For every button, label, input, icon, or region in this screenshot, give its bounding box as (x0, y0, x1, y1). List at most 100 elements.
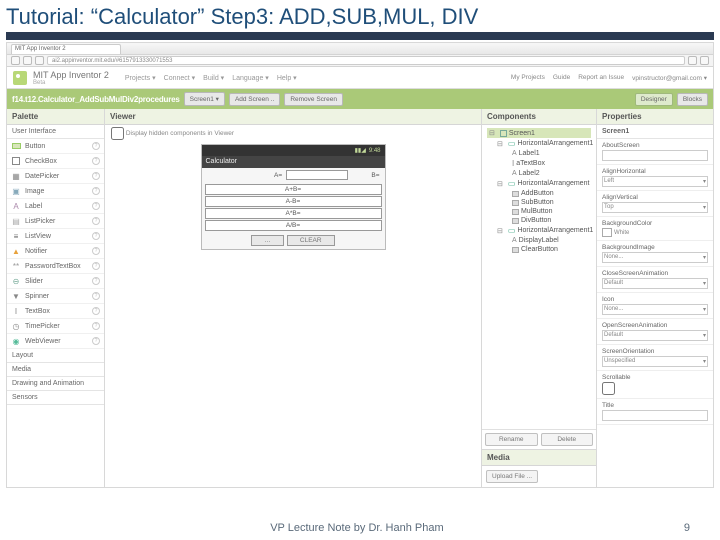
tree-node[interactable]: SubButton (487, 198, 591, 207)
palette-header: Palette (7, 109, 104, 125)
properties-target: Screen1 (597, 125, 713, 139)
calc-button[interactable]: … (251, 235, 284, 246)
tree-node[interactable]: ALabel1 (487, 149, 591, 158)
tree-node[interactable]: ⊟▭HorizontalArrangement (487, 178, 591, 189)
tree-node[interactable]: ⊟▭HorizontalArrangement1 (487, 138, 591, 149)
palette-item[interactable]: ≡ListView? (7, 229, 104, 244)
info-icon[interactable]: ? (92, 217, 100, 225)
account-email[interactable]: vpinstructor@gmail.com ▾ (632, 74, 707, 82)
upload-file-button[interactable]: Upload File ... (486, 470, 538, 483)
prop-text[interactable] (602, 150, 708, 161)
palette-item[interactable]: **PasswordTextBox? (7, 259, 104, 274)
link-guide[interactable]: Guide (553, 74, 570, 82)
tree-node[interactable]: ⊟▭HorizontalArrangement1 (487, 225, 591, 236)
info-icon[interactable]: ? (92, 262, 100, 270)
remove-screen-button[interactable]: Remove Screen (284, 93, 343, 106)
info-icon[interactable]: ? (92, 142, 100, 150)
palette-section-drawing[interactable]: Drawing and Animation (7, 377, 104, 391)
menu-projects[interactable]: Projects ▾ (125, 74, 156, 82)
rename-button[interactable]: Rename (485, 433, 538, 446)
palette-item-label: Notifier (25, 248, 47, 255)
menu-help[interactable]: Help ▾ (277, 74, 297, 82)
prop-select[interactable]: Default ▾ (602, 330, 708, 341)
palette-item[interactable]: ▼Spinner? (7, 289, 104, 304)
delete-button[interactable]: Delete (541, 433, 594, 446)
color-swatch-icon[interactable] (602, 228, 612, 237)
property-row: ScreenOrientationUnspecified ▾ (597, 345, 713, 371)
prop-select[interactable]: Unspecified ▾ (602, 356, 708, 367)
palette-section-sensors[interactable]: Sensors (7, 391, 104, 405)
prop-label: ScreenOrientation (602, 348, 708, 355)
palette-item[interactable]: ▣Image? (7, 184, 104, 199)
palette-item[interactable]: ⊖Slider? (7, 274, 104, 289)
info-icon[interactable]: ? (92, 187, 100, 195)
palette-item[interactable]: ▦DatePicker? (7, 169, 104, 184)
info-icon[interactable]: ? (92, 172, 100, 180)
info-icon[interactable]: ? (92, 322, 100, 330)
prop-select[interactable]: None... ▾ (602, 252, 708, 263)
info-icon[interactable]: ? (92, 307, 100, 315)
info-icon[interactable]: ? (92, 292, 100, 300)
hidden-components-checkbox[interactable] (111, 127, 124, 140)
bookmark-icon[interactable] (688, 56, 697, 65)
url-bar[interactable]: ai2.appinventor.mit.edu/#615791333007155… (47, 56, 685, 65)
prop-select[interactable]: None... ▾ (602, 304, 708, 315)
blocks-tab[interactable]: Blocks (677, 93, 708, 106)
info-icon[interactable]: ? (92, 157, 100, 165)
palette-item[interactable]: ◷TimePicker? (7, 319, 104, 334)
property-row: CloseScreenAnimationDefault ▾ (597, 267, 713, 293)
menu-language[interactable]: Language ▾ (232, 74, 269, 82)
back-icon[interactable] (11, 56, 20, 65)
component-tree[interactable]: ⊟Screen1⊟▭HorizontalArrangement1 ALabel1… (482, 125, 596, 257)
clear-button[interactable]: CLEAR (287, 235, 335, 246)
palette-item-label: Button (25, 143, 45, 150)
tree-node[interactable]: ClearButton (487, 245, 591, 254)
palette-item[interactable]: ITextBox? (7, 304, 104, 319)
viewer-options: Display hidden components in Viewer (105, 125, 481, 142)
result-sub: A-B= (205, 196, 382, 207)
palette-section-ui[interactable]: User Interface (7, 125, 104, 139)
tree-node[interactable]: ALabel2 (487, 169, 591, 178)
link-report[interactable]: Report an Issue (578, 74, 624, 82)
add-screen-button[interactable]: Add Screen .. (229, 93, 280, 106)
tree-label: aTextBox (516, 160, 545, 167)
prop-select[interactable]: Default ▾ (602, 278, 708, 289)
info-icon[interactable]: ? (92, 232, 100, 240)
link-myprojects[interactable]: My Projects (511, 74, 545, 82)
palette-item[interactable]: CheckBox? (7, 154, 104, 169)
title-bold: ADD,SUB,MUL, DIV (279, 4, 478, 29)
tree-node[interactable]: MulButton (487, 207, 591, 216)
menu-connect[interactable]: Connect ▾ (164, 74, 196, 82)
info-icon[interactable]: ? (92, 337, 100, 345)
info-icon[interactable]: ? (92, 202, 100, 210)
reload-icon[interactable] (35, 56, 44, 65)
info-icon[interactable]: ? (92, 277, 100, 285)
palette-item[interactable]: ▲Notifier? (7, 244, 104, 259)
tree-label: Screen1 (509, 130, 535, 137)
tree-label: HorizontalArrangement (517, 180, 589, 187)
tree-node[interactable]: IaTextBox (487, 158, 591, 169)
tree-node[interactable]: DivButton (487, 216, 591, 225)
menu-icon[interactable] (700, 56, 709, 65)
tree-node[interactable]: ⊟Screen1 (487, 128, 591, 138)
properties-header: Properties (597, 109, 713, 125)
palette-item[interactable]: Button? (7, 139, 104, 154)
forward-icon[interactable] (23, 56, 32, 65)
tree-node[interactable]: ADisplayLabel (487, 236, 591, 245)
palette-section-layout[interactable]: Layout (7, 349, 104, 363)
designer-tab[interactable]: Designer (635, 93, 673, 106)
prop-text[interactable] (602, 410, 708, 421)
info-icon[interactable]: ? (92, 247, 100, 255)
palette-section-media[interactable]: Media (7, 363, 104, 377)
prop-checkbox[interactable] (602, 382, 615, 395)
prop-select[interactable]: Left ▾ (602, 176, 708, 187)
palette-item[interactable]: ALabel? (7, 199, 104, 214)
screen-selector[interactable]: Screen1 ▾ (184, 92, 225, 106)
palette-item[interactable]: ◉WebViewer? (7, 334, 104, 349)
menu-build[interactable]: Build ▾ (203, 74, 224, 82)
browser-tab[interactable]: MIT App Inventor 2 (11, 44, 121, 54)
textbox-a[interactable] (286, 170, 348, 180)
tree-node[interactable]: AddButton (487, 189, 591, 198)
prop-select[interactable]: Top ▾ (602, 202, 708, 213)
palette-item[interactable]: ▤ListPicker? (7, 214, 104, 229)
